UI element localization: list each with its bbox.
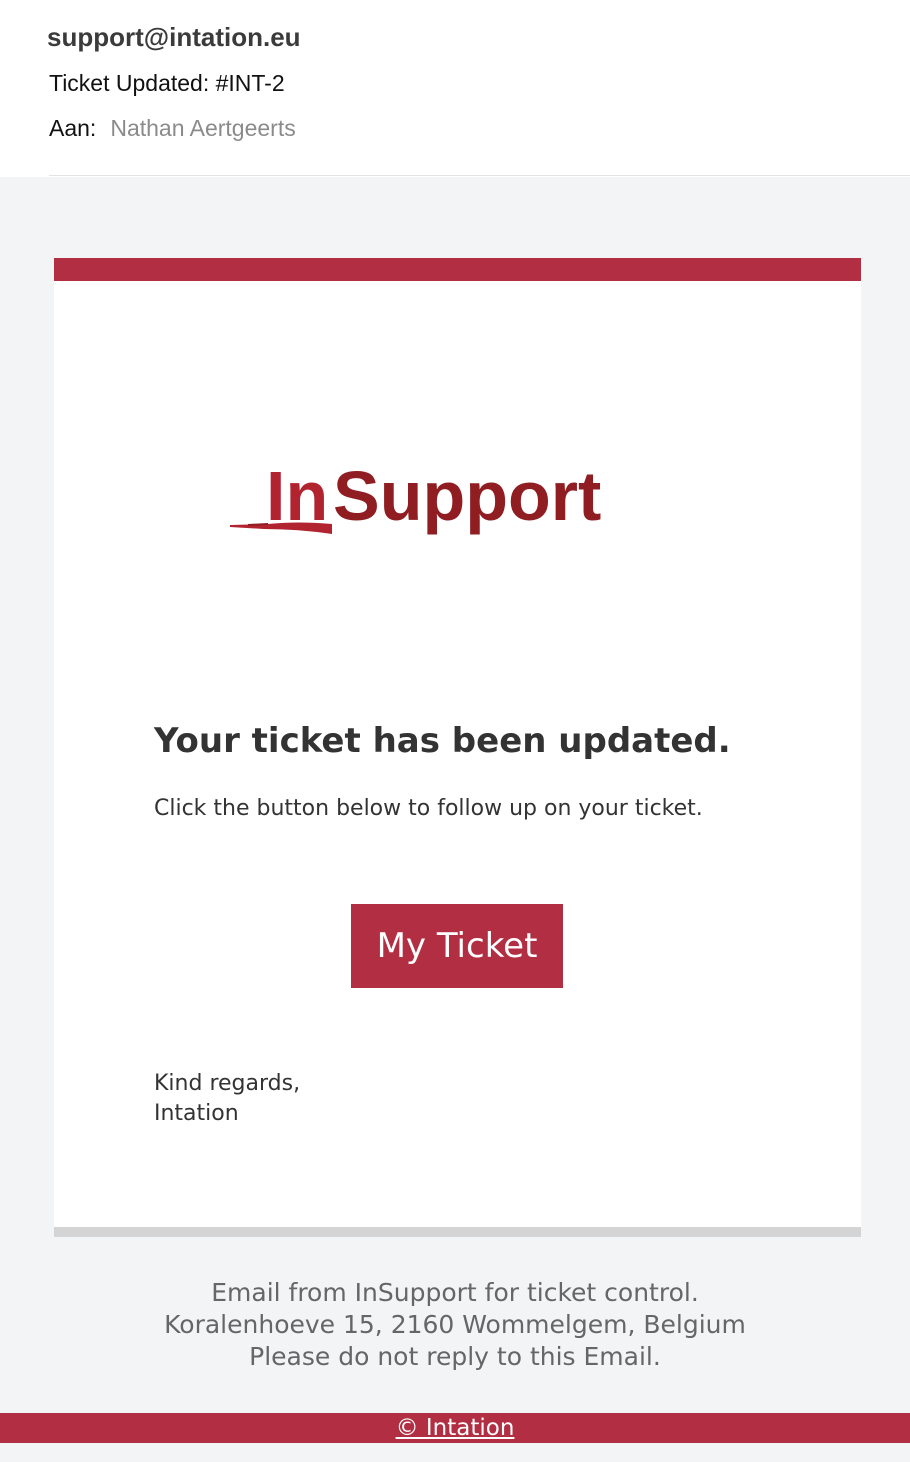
email-body: In Support Your ticket has been updated.…	[0, 177, 910, 1462]
footer-address: Koralenhoeve 15, 2160 Wommelgem, Belgium	[164, 1310, 746, 1339]
signoff: Kind regards, Intation	[154, 1069, 300, 1129]
card-instruction: Click the button below to follow up on y…	[154, 796, 703, 821]
message-card: In Support Your ticket has been updated.…	[54, 281, 861, 1227]
copyright-bar: © Intation	[0, 1413, 910, 1443]
card-top-bar	[54, 258, 861, 281]
header-divider	[49, 175, 910, 176]
signoff-company: Intation	[154, 1101, 239, 1126]
signoff-greeting: Kind regards,	[154, 1071, 301, 1096]
sender-address[interactable]: support@intation.eu	[47, 22, 301, 53]
my-ticket-button[interactable]: My Ticket	[351, 904, 563, 988]
card-bottom-bar	[54, 1227, 861, 1237]
recipient-label: Aan:	[49, 115, 97, 141]
card-heading: Your ticket has been updated.	[154, 721, 731, 761]
copyright-link[interactable]: © Intation	[396, 1415, 515, 1441]
footer-no-reply: Please do not reply to this Email.	[249, 1342, 661, 1371]
logo-text-support: Support	[333, 467, 601, 535]
footer-line-1: Email from InSupport for ticket control.	[211, 1278, 699, 1307]
footer-text: Email from InSupport for ticket control.…	[0, 1277, 910, 1373]
logo-text-in: In	[266, 467, 328, 535]
recipient-name[interactable]: Nathan Aertgeerts	[110, 115, 295, 141]
recipient-row: Aan: Nathan Aertgeerts	[49, 115, 296, 142]
email-subject: Ticket Updated: #INT-2	[49, 70, 285, 96]
insupport-logo: In Support	[230, 467, 601, 535]
email-header: support@intation.eu Ticket Updated: #INT…	[0, 0, 910, 176]
